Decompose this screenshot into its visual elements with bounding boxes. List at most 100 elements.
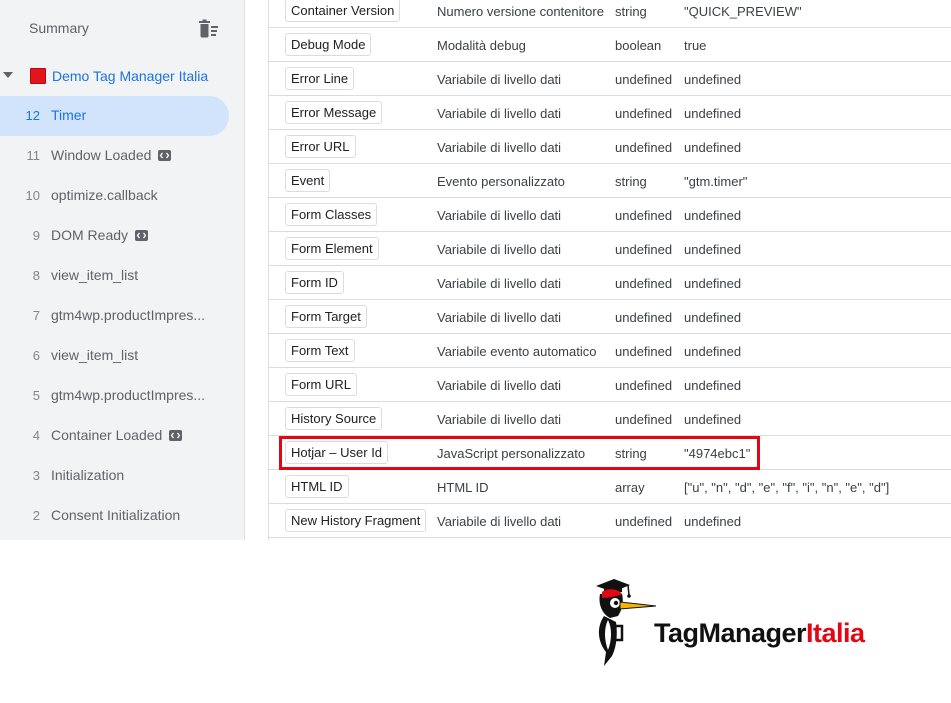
event-number: 12 (25, 108, 40, 123)
sidebar: Summary Demo Tag Manager Italia 12 Timer 1… (0, 0, 245, 540)
variable-value: undefined (684, 106, 742, 121)
variable-name-chip[interactable]: Form Element (285, 237, 379, 260)
event-label-text: gtm4wp.productImpres... (51, 387, 206, 403)
table-row: Event Evento personalizzato string "gtm.tim… (269, 164, 951, 198)
code-icon (158, 149, 172, 161)
code-icon (169, 429, 183, 441)
table-row: Form Text Variabile evento automatico unde… (269, 334, 951, 368)
woodpecker-mascot-icon (596, 579, 657, 666)
brand-wordmark-part2: Italia (806, 618, 865, 648)
variable-name-chip[interactable]: Form URL (285, 373, 357, 396)
event-number: 5 (32, 388, 40, 403)
variable-data-type: undefined (615, 242, 673, 257)
event-item[interactable]: 10 optimize.callback (0, 176, 244, 216)
event-list: 12 Timer 11 Window Loaded 10 optimize.callbac… (0, 96, 244, 536)
variable-data-type: undefined (615, 140, 673, 155)
variable-value: "QUICK_PREVIEW" (684, 4, 802, 19)
variable-value: undefined (684, 344, 742, 359)
variable-type: HTML ID (437, 480, 489, 495)
event-item[interactable]: 4 Container Loaded (0, 416, 244, 456)
variable-type: Variabile di livello dati (437, 140, 562, 155)
table-row: Container Version Numero versione conteni… (269, 0, 951, 28)
table-row: Form Classes Variabile di livello dati und… (269, 198, 951, 232)
event-item[interactable]: 2 Consent Initialization (0, 496, 244, 536)
variable-name-chip[interactable]: Error Message (285, 101, 383, 124)
event-label-text: Consent Initialization (51, 507, 181, 523)
event-label: view_item_list (51, 347, 138, 363)
variable-name-chip[interactable]: New History Fragment (285, 509, 427, 532)
event-item[interactable]: 11 Window Loaded (0, 136, 244, 176)
event-number: 9 (32, 228, 40, 243)
brand-logo: TagManagerItalia (592, 576, 912, 668)
variable-name-chip[interactable]: Form Text (285, 339, 355, 362)
variable-data-type: undefined (615, 106, 673, 121)
event-label: Window Loaded (51, 147, 172, 163)
variable-type: Variabile di livello dati (437, 514, 562, 529)
table-row: Debug Mode Modalità debug boolean true (269, 28, 951, 62)
brand-wordmark: TagManagerItalia (654, 618, 865, 649)
variable-data-type: undefined (615, 412, 673, 427)
clear-delete-icon[interactable] (198, 19, 220, 39)
variable-name-chip[interactable]: Hotjar – User Id (285, 441, 389, 464)
event-number: 11 (26, 148, 41, 163)
variable-name-chip[interactable]: History Source (285, 407, 383, 430)
event-label-text: optimize.callback (51, 187, 158, 203)
variable-data-type: string (615, 174, 647, 189)
variable-data-type: undefined (615, 378, 673, 393)
event-label-text: Initialization (51, 467, 125, 483)
event-label: Container Loaded (51, 427, 183, 443)
event-number: 3 (32, 468, 40, 483)
event-label-text: view_item_list (51, 347, 139, 363)
event-item[interactable]: 3 Initialization (0, 456, 244, 496)
variable-data-type: boolean (615, 38, 662, 53)
variable-value: true (684, 38, 707, 53)
event-label-text: view_item_list (51, 267, 139, 283)
event-label-text: Timer (51, 107, 87, 123)
event-label: view_item_list (51, 267, 138, 283)
variable-type: Variabile di livello dati (437, 378, 562, 393)
event-label: optimize.callback (51, 187, 158, 203)
variable-name-chip[interactable]: Form Target (285, 305, 367, 328)
table-row: Form URL Variabile di livello dati undefin… (269, 368, 951, 402)
event-label-text: Window Loaded (51, 147, 152, 163)
variable-name-chip[interactable]: Event (285, 169, 331, 192)
event-item[interactable]: 6 view_item_list (0, 336, 244, 376)
summary-row[interactable]: Summary (0, 0, 244, 56)
event-item[interactable]: 5 gtm4wp.productImpres... (0, 376, 244, 416)
table-row: Error URL Variabile di livello dati undefi… (269, 130, 951, 164)
variable-data-type: undefined (615, 208, 673, 223)
variable-name-chip[interactable]: Error Line (285, 67, 355, 90)
table-row: New History Fragment Variabile di livello… (269, 504, 951, 538)
event-label: gtm4wp.productImpres... (51, 387, 205, 403)
caret-down-icon[interactable] (3, 72, 13, 78)
variable-data-type: undefined (615, 310, 673, 325)
variable-data-type: undefined (615, 276, 673, 291)
variable-name-chip[interactable]: Form ID (285, 271, 344, 294)
container-row[interactable]: Demo Tag Manager Italia (0, 60, 244, 92)
variable-value: undefined (684, 310, 742, 325)
event-label: Consent Initialization (51, 507, 180, 523)
variable-value: undefined (684, 412, 742, 427)
table-row: Form ID Variabile di livello dati undefine… (269, 266, 951, 300)
event-label-text: DOM Ready (51, 227, 129, 243)
table-row: Form Target Variabile di livello dati unde… (269, 300, 951, 334)
variable-name-chip[interactable]: HTML ID (285, 475, 349, 498)
variable-type: Variabile evento automatico (437, 344, 597, 359)
variable-name-chip[interactable]: Error URL (285, 135, 356, 158)
event-number: 10 (25, 188, 40, 203)
event-item[interactable]: 9 DOM Ready (0, 216, 244, 256)
variable-name-chip[interactable]: Debug Mode (285, 33, 372, 56)
event-item[interactable]: 7 gtm4wp.productImpres... (0, 296, 244, 336)
event-number: 8 (32, 268, 40, 283)
variable-value: ["u", "n", "d", "e", "f", "i", "n", "e",… (684, 480, 890, 495)
event-item[interactable]: 12 Timer (0, 96, 244, 136)
event-label: Initialization (51, 467, 124, 483)
variable-type: Evento personalizzato (437, 174, 565, 189)
variable-name-chip[interactable]: Form Classes (285, 203, 378, 226)
variable-value: undefined (684, 378, 742, 393)
variable-data-type: array (615, 480, 645, 495)
variable-type: Variabile di livello dati (437, 106, 562, 121)
variable-value: undefined (684, 276, 742, 291)
variable-name-chip[interactable]: Container Version (285, 0, 401, 22)
event-item[interactable]: 8 view_item_list (0, 256, 244, 296)
